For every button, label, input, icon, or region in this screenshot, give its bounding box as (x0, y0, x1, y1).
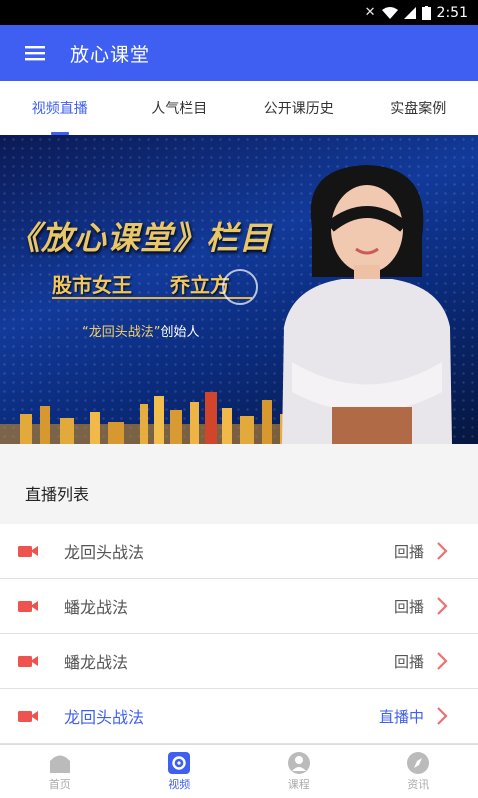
wifi-icon (381, 6, 398, 19)
tab-popular[interactable]: 人气栏目 (120, 81, 240, 135)
chevron-right-icon (437, 597, 448, 615)
bluetooth-icon: ✕ (364, 5, 376, 20)
nav-label: 课程 (287, 777, 310, 791)
list-item-status: 直播中 (378, 707, 424, 726)
nav-news[interactable]: 资讯 (359, 745, 478, 798)
nav-label: 首页 (48, 777, 71, 791)
banner-title: 《放心课堂》栏目 (8, 219, 273, 257)
list-item-title: 龙回头战法 (64, 543, 145, 562)
list-item-title: 蟠龙战法 (64, 653, 129, 672)
menu-icon (25, 46, 45, 61)
chevron-right-icon (437, 542, 448, 560)
presenter-photo (282, 165, 452, 444)
home-icon (49, 755, 70, 773)
chevron-right-icon (437, 652, 448, 670)
app-title: 放心课堂 (70, 43, 151, 66)
list-item-status: 回播 (393, 652, 424, 671)
list-item[interactable]: 蟠龙战法 回播 (0, 579, 478, 634)
nav-label: 资讯 (407, 777, 430, 791)
signal-icon (403, 6, 416, 19)
promo-banner[interactable]: 《放心课堂》栏目 股市女王 乔立方 “龙回头战法”创始人 (0, 135, 478, 444)
list-item-title: 蟠龙战法 (64, 598, 129, 617)
bottom-nav: 首页 视频 课程 资讯 (0, 744, 478, 798)
banner-subtitle-left: 股市女王 (52, 273, 132, 297)
list-item-status: 回播 (393, 597, 424, 616)
video-camera-icon (18, 711, 38, 722)
nav-course[interactable]: 课程 (239, 745, 359, 798)
menu-button[interactable] (0, 25, 70, 81)
tab-cases[interactable]: 实盘案例 (359, 81, 478, 135)
video-camera-icon (18, 546, 38, 557)
list-item-status: 回播 (393, 542, 424, 561)
video-camera-icon (18, 601, 38, 612)
nav-home[interactable]: 首页 (0, 745, 120, 798)
status-time: 2:51 (436, 4, 468, 21)
list-item-title: 龙回头战法 (64, 708, 145, 727)
list-item[interactable]: 蟠龙战法 回播 (0, 634, 478, 689)
list-item[interactable]: 龙回头战法 直播中 (0, 689, 478, 744)
banner-underline (52, 297, 252, 299)
banner-caption: “龙回头战法”创始人 (82, 321, 200, 340)
video-camera-icon (18, 656, 38, 667)
app-bar: 放心课堂 (0, 25, 478, 81)
chevron-right-icon (437, 707, 448, 725)
status-bar: ✕ 2:51 (0, 0, 478, 25)
tab-history[interactable]: 公开课历史 (239, 81, 359, 135)
live-list-heading: 直播列表 (0, 444, 478, 524)
video-icon (168, 751, 191, 774)
banner-subtitle-right: 乔立方 (170, 273, 230, 297)
banner-caption-quote: “龙回头战法” (82, 325, 161, 340)
tab-video-live[interactable]: 视频直播 (0, 81, 120, 135)
loading-spinner-icon (222, 269, 258, 305)
course-icon (287, 751, 310, 774)
tab-bar: 视频直播 人气栏目 公开课历史 实盘案例 (0, 81, 478, 135)
battery-icon (421, 5, 431, 20)
list-item[interactable]: 龙回头战法 回播 (0, 524, 478, 579)
nav-label: 视频 (168, 777, 191, 791)
banner-caption-rest: 创始人 (160, 325, 200, 340)
nav-video[interactable]: 视频 (120, 745, 240, 798)
compass-icon (407, 751, 430, 774)
